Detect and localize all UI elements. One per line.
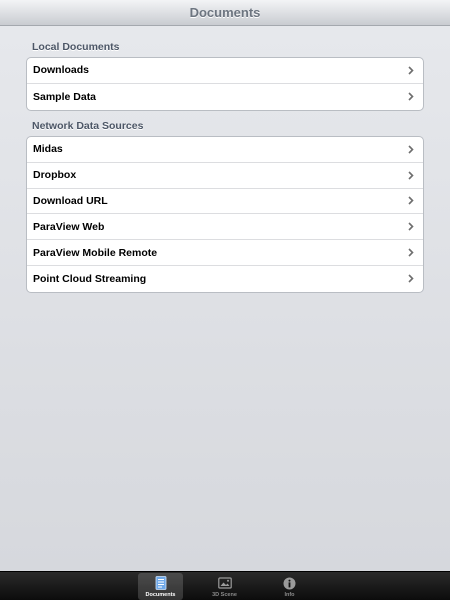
list-item-label: Midas [33,143,63,156]
page-title: Documents [189,5,261,20]
list-item-label: ParaView Mobile Remote [33,246,158,259]
chevron-right-icon [406,91,416,103]
documents-list: Local Documents Downloads Sample Data Ne… [0,26,450,571]
list-item-label: Downloads [33,64,90,77]
tab-label: 3D Scene [212,592,237,598]
list-item-label: Sample Data [33,90,97,103]
chevron-right-icon [406,143,416,155]
documents-icon [154,576,168,590]
section-header-network-data-sources: Network Data Sources [32,120,144,132]
tab-label: Documents [145,592,176,598]
tab-label: Info [284,592,295,598]
image-icon [217,576,232,590]
list-item-paraview-web[interactable]: ParaView Web [27,214,423,241]
chevron-right-icon [406,247,416,259]
list-item-sample-data[interactable]: Sample Data [27,84,423,110]
chevron-right-icon [406,64,416,76]
tab-3d-scene[interactable]: 3D Scene [202,573,247,600]
chevron-right-icon [406,195,416,207]
tab-bar: Documents 3D Scene Info [0,571,450,600]
tab-documents[interactable]: Documents [138,573,183,600]
list-item-midas[interactable]: Midas [27,137,423,163]
navigation-bar: Documents [0,0,450,26]
list-item-label: Download URL [33,194,108,207]
tab-info[interactable]: Info [267,573,312,600]
chevron-right-icon [406,221,416,233]
list-item-downloads[interactable]: Downloads [27,58,423,84]
list-item-dropbox[interactable]: Dropbox [27,163,423,189]
section-header-local-documents: Local Documents [32,41,120,53]
list-item-download-url[interactable]: Download URL [27,189,423,215]
info-icon [283,576,297,590]
list-item-label: Dropbox [33,169,77,182]
list-item-point-cloud-streaming[interactable]: Point Cloud Streaming [27,266,423,292]
list-item-label: Point Cloud Streaming [33,272,147,285]
chevron-right-icon [406,169,416,181]
local-documents-group: Downloads Sample Data [26,57,424,111]
chevron-right-icon [406,273,416,285]
list-item-paraview-mobile-remote[interactable]: ParaView Mobile Remote [27,240,423,266]
list-item-label: ParaView Web [33,220,105,233]
network-data-sources-group: Midas Dropbox Download URL ParaView Web … [26,136,424,293]
